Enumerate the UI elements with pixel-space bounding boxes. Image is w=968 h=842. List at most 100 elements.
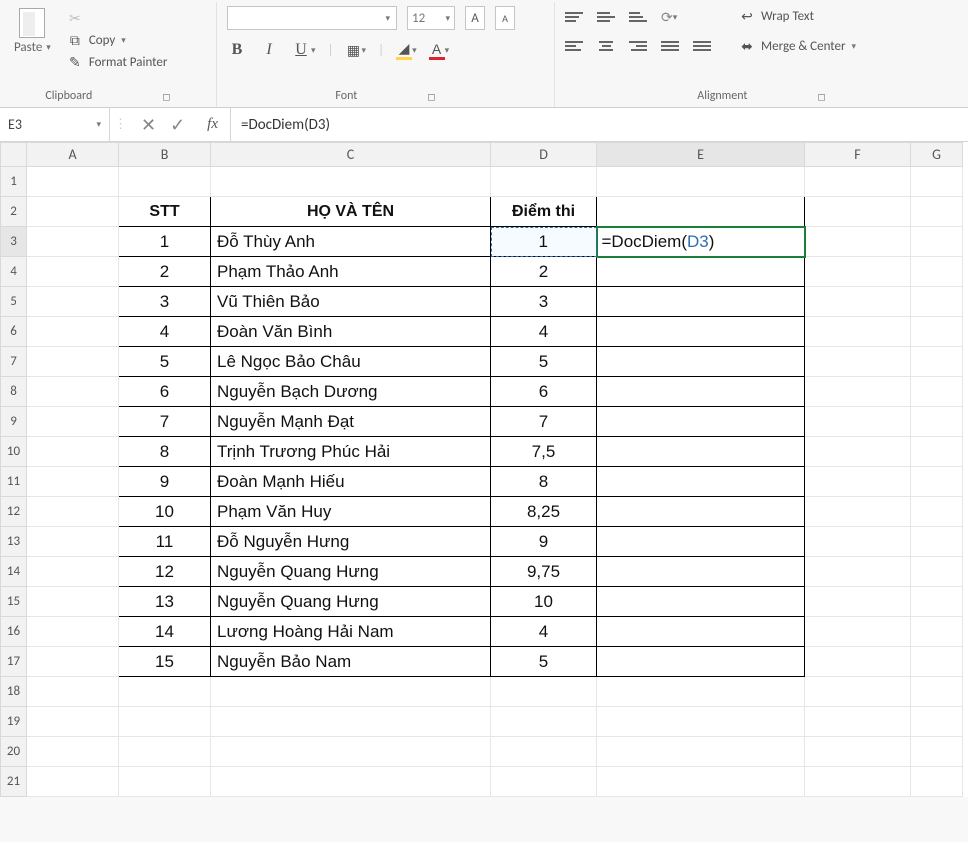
cell[interactable] <box>805 647 911 677</box>
cell[interactable] <box>597 527 805 557</box>
cell[interactable] <box>911 647 963 677</box>
cell[interactable]: Phạm Thảo Anh <box>211 257 491 287</box>
cell[interactable] <box>805 287 911 317</box>
cell[interactable] <box>597 467 805 497</box>
cell[interactable] <box>491 767 597 797</box>
cell[interactable] <box>211 767 491 797</box>
row-header[interactable]: 14 <box>1 557 27 587</box>
row-header[interactable]: 5 <box>1 287 27 317</box>
cell[interactable] <box>597 437 805 467</box>
accept-formula-button[interactable]: ✓ <box>170 114 185 136</box>
cell[interactable] <box>597 257 805 287</box>
borders-button[interactable]: ▦ ▾ <box>346 42 367 58</box>
dialog-launcher-icon[interactable]: ◻ <box>427 90 435 103</box>
cell[interactable] <box>911 407 963 437</box>
row-header[interactable]: 12 <box>1 497 27 527</box>
wrap-text-button[interactable]: ↩ Wrap Text <box>737 6 858 26</box>
row-header[interactable]: 18 <box>1 677 27 707</box>
row-header[interactable]: 8 <box>1 377 27 407</box>
cell[interactable] <box>27 677 119 707</box>
col-header[interactable]: G <box>911 143 963 167</box>
fx-button[interactable]: fx <box>199 116 226 133</box>
cell[interactable] <box>27 617 119 647</box>
cell[interactable] <box>911 527 963 557</box>
cell[interactable]: 13 <box>119 587 211 617</box>
dialog-launcher-icon[interactable]: ◻ <box>817 90 825 103</box>
cell[interactable]: 5 <box>491 647 597 677</box>
cell[interactable] <box>805 737 911 767</box>
cell[interactable] <box>597 617 805 647</box>
row-header[interactable]: 19 <box>1 707 27 737</box>
cell[interactable] <box>805 617 911 647</box>
cell[interactable]: Nguyễn Quang Hưng <box>211 587 491 617</box>
row-header[interactable]: 10 <box>1 437 27 467</box>
row-header[interactable]: 6 <box>1 317 27 347</box>
cell[interactable]: 1 <box>119 227 211 257</box>
cell[interactable]: 1 <box>491 227 597 257</box>
cell[interactable]: 3 <box>119 287 211 317</box>
cell[interactable] <box>597 167 805 197</box>
cell[interactable] <box>805 767 911 797</box>
cell[interactable] <box>911 557 963 587</box>
cell[interactable] <box>805 167 911 197</box>
cell[interactable]: 4 <box>119 317 211 347</box>
cell[interactable]: 15 <box>119 647 211 677</box>
align-top-button[interactable] <box>565 9 583 25</box>
decrease-font-button[interactable]: A <box>495 6 515 30</box>
cell[interactable]: 9 <box>119 467 211 497</box>
cell[interactable] <box>805 227 911 257</box>
cell[interactable]: 7,5 <box>491 437 597 467</box>
cell[interactable] <box>805 437 911 467</box>
row-header[interactable]: 7 <box>1 347 27 377</box>
cell[interactable] <box>27 467 119 497</box>
cell[interactable]: 14 <box>119 617 211 647</box>
cell[interactable] <box>911 257 963 287</box>
copy-button[interactable]: ⧉ Copy ▾ <box>65 30 170 50</box>
cell[interactable] <box>27 497 119 527</box>
font-name-select[interactable]: ▾ <box>227 6 397 30</box>
cell[interactable] <box>911 377 963 407</box>
orientation-button[interactable]: ⟳ ▾ <box>661 9 677 26</box>
cell[interactable]: Đoàn Mạnh Hiếu <box>211 467 491 497</box>
col-header[interactable]: F <box>805 143 911 167</box>
cut-button[interactable]: ✂ <box>65 8 170 28</box>
cell[interactable] <box>805 587 911 617</box>
cell[interactable] <box>911 317 963 347</box>
cell[interactable]: Lê Ngọc Bảo Châu <box>211 347 491 377</box>
cell[interactable] <box>119 167 211 197</box>
cell[interactable]: 6 <box>119 377 211 407</box>
bold-button[interactable]: B <box>227 40 247 60</box>
cell[interactable]: Nguyễn Bảo Nam <box>211 647 491 677</box>
cell[interactable] <box>597 677 805 707</box>
cell[interactable] <box>911 737 963 767</box>
cell[interactable]: Lương Hoàng Hải Nam <box>211 617 491 647</box>
fill-color-button[interactable]: ◢ ▾ <box>396 40 417 60</box>
row-header[interactable]: 15 <box>1 587 27 617</box>
cell[interactable] <box>27 227 119 257</box>
cell[interactable]: Nguyễn Bạch Dương <box>211 377 491 407</box>
cell[interactable] <box>597 287 805 317</box>
cell[interactable]: 5 <box>119 347 211 377</box>
cell[interactable] <box>805 557 911 587</box>
select-all-corner[interactable] <box>1 143 27 167</box>
cell[interactable] <box>27 707 119 737</box>
cell[interactable] <box>491 677 597 707</box>
increase-font-button[interactable]: A <box>465 6 485 30</box>
cell[interactable]: 7 <box>491 407 597 437</box>
cell[interactable] <box>491 737 597 767</box>
cell[interactable]: 4 <box>491 317 597 347</box>
cell[interactable] <box>27 737 119 767</box>
col-header[interactable]: A <box>27 143 119 167</box>
cell[interactable] <box>911 617 963 647</box>
font-size-select[interactable]: 12 ▾ <box>407 6 455 30</box>
cell[interactable]: 6 <box>491 377 597 407</box>
cell[interactable]: Vũ Thiên Bảo <box>211 287 491 317</box>
cell[interactable] <box>805 527 911 557</box>
cell[interactable] <box>211 677 491 707</box>
cell[interactable] <box>27 257 119 287</box>
cell[interactable] <box>911 437 963 467</box>
cell[interactable] <box>27 437 119 467</box>
cell[interactable]: =DocDiem(D3) <box>597 227 805 257</box>
row-header[interactable]: 4 <box>1 257 27 287</box>
cell[interactable] <box>119 767 211 797</box>
